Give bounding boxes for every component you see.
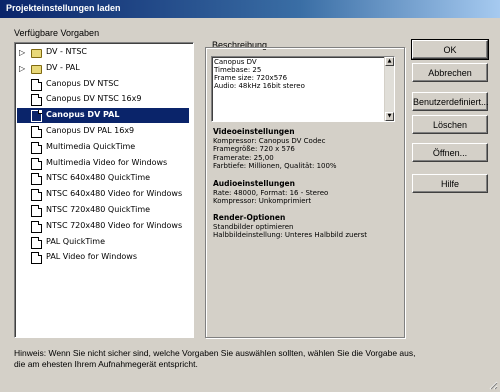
preset-label: DV - NTSC — [46, 47, 87, 56]
preset-label: PAL Video for Windows — [46, 252, 137, 262]
document-icon — [31, 157, 42, 170]
document-icon — [31, 94, 42, 107]
title-bar[interactable]: Projekteinstellungen laden — [0, 0, 500, 18]
preset-item[interactable]: NTSC 640x480 Video for Windows — [17, 187, 189, 202]
preset-item[interactable]: Canopus DV PAL 16x9 — [17, 124, 189, 139]
description-line: Timebase: 25 — [214, 66, 262, 74]
preset-item[interactable]: Canopus DV PAL — [17, 108, 189, 124]
preset-folder[interactable]: ▷ DV - NTSC — [17, 45, 189, 60]
folder-icon — [31, 49, 42, 58]
preset-label: Canopus DV NTSC 16x9 — [46, 94, 142, 104]
preset-item[interactable]: Canopus DV NTSC — [17, 77, 189, 92]
video-setting-line: Farbtiefe: Millionen, Qualität: 100% — [213, 162, 337, 170]
custom-button[interactable]: Benutzerdefiniert... — [412, 92, 489, 111]
document-icon — [31, 220, 42, 233]
preset-item[interactable]: NTSC 640x480 QuickTime — [17, 171, 189, 186]
folder-icon — [31, 64, 42, 74]
document-icon — [31, 205, 42, 217]
ok-button[interactable]: OK — [411, 39, 489, 60]
preset-item[interactable]: NTSC 720x480 QuickTime — [17, 203, 189, 218]
video-setting-line: Framerate: 25,00 — [213, 153, 274, 162]
expand-arrow-icon[interactable]: ▷ — [19, 48, 25, 57]
preset-item[interactable]: PAL QuickTime — [17, 235, 189, 250]
open-button[interactable]: Öffnen... — [412, 143, 488, 162]
preset-label: Multimedia Video for Windows — [46, 157, 168, 167]
video-settings: Videoeinstellungen Kompressor: Canopus D… — [213, 127, 337, 171]
preset-label: NTSC 720x480 Video for Windows — [46, 220, 183, 230]
video-setting-line: Framegröße: 720 x 576 — [213, 145, 295, 153]
preset-label: Multimedia QuickTime — [46, 141, 136, 151]
hint-text: Hinweis: Wenn Sie nicht sicher sind, wel… — [14, 348, 489, 370]
expand-arrow-icon[interactable]: ▷ — [19, 64, 25, 73]
help-button[interactable]: Hilfe — [412, 174, 488, 193]
preset-item[interactable]: Multimedia Video for Windows — [17, 156, 189, 171]
preset-label: Canopus DV PAL 16x9 — [46, 126, 135, 135]
preset-label: PAL QuickTime — [46, 236, 105, 246]
window-title: Projekteinstellungen laden — [6, 3, 121, 13]
scroll-down-icon[interactable]: ▼ — [385, 112, 394, 121]
render-option-line: Halbbildeinstellung: Unteres Halbbild zu… — [213, 231, 368, 239]
audio-settings: Audioeinstellungen Rate: 48000, Format: … — [213, 179, 329, 206]
preset-item[interactable]: Canopus DV NTSC 16x9 — [17, 92, 189, 107]
render-option-line: Standbilder optimieren — [213, 222, 294, 231]
hint-line: Hinweis: Wenn Sie nicht sicher sind, wel… — [14, 348, 416, 358]
presets-list[interactable]: ▷ DV - NTSC ▷ DV - PAL Canopus DV NTSC Canopu… — [14, 42, 194, 338]
delete-button[interactable]: Löschen — [412, 115, 488, 134]
preset-label: NTSC 720x480 QuickTime — [46, 205, 151, 214]
document-icon — [31, 141, 42, 154]
dialog-window: Projekteinstellungen laden Verfügbare Vo… — [0, 0, 500, 392]
presets-label: Verfügbare Vorgaben — [14, 28, 100, 38]
preset-label: Canopus DV PAL — [46, 110, 120, 120]
document-icon — [31, 78, 42, 91]
description-box[interactable]: Canopus DV Timebase: 25 Frame size: 720x… — [211, 56, 395, 122]
audio-setting-line: Kompressor: Unkomprimiert — [213, 197, 312, 205]
resize-grip-icon[interactable] — [488, 380, 498, 390]
description-line: Frame size: 720x576 — [214, 74, 288, 82]
preset-label: NTSC 640x480 QuickTime — [46, 173, 151, 183]
render-options-heading: Render-Optionen — [213, 213, 286, 222]
audio-setting-line: Rate: 48000, Format: 16 - Stereo — [213, 188, 329, 197]
document-icon — [31, 173, 42, 186]
preset-item[interactable]: NTSC 720x480 Video for Windows — [17, 219, 189, 234]
scroll-up-icon[interactable]: ▲ — [385, 57, 394, 66]
description-line: Audio: 48kHz 16bit stereo — [214, 82, 305, 90]
preset-folder[interactable]: ▷ DV - PAL — [17, 61, 189, 76]
document-icon — [31, 252, 42, 265]
preset-label: NTSC 640x480 Video for Windows — [46, 189, 183, 199]
document-icon — [31, 126, 42, 138]
preset-item[interactable]: Multimedia QuickTime — [17, 140, 189, 155]
description-line: Canopus DV — [214, 58, 257, 66]
document-icon — [31, 236, 42, 249]
cancel-button[interactable]: Abbrechen — [412, 63, 488, 82]
preset-item[interactable]: PAL Video for Windows — [17, 250, 189, 265]
description-scrollbar[interactable]: ▲ ▼ — [384, 57, 394, 121]
document-icon — [31, 189, 42, 202]
render-options: Render-Optionen Standbilder optimieren H… — [213, 213, 368, 240]
preset-label: DV - PAL — [46, 62, 80, 72]
document-icon — [31, 110, 42, 123]
video-setting-line: Kompressor: Canopus DV Codec — [213, 136, 326, 145]
preset-label: Canopus DV NTSC — [46, 78, 119, 88]
audio-settings-heading: Audioeinstellungen — [213, 179, 295, 188]
hint-line: die am ehesten Ihrem Aufnahmegerät entsp… — [14, 359, 198, 369]
video-settings-heading: Videoeinstellungen — [213, 127, 295, 136]
